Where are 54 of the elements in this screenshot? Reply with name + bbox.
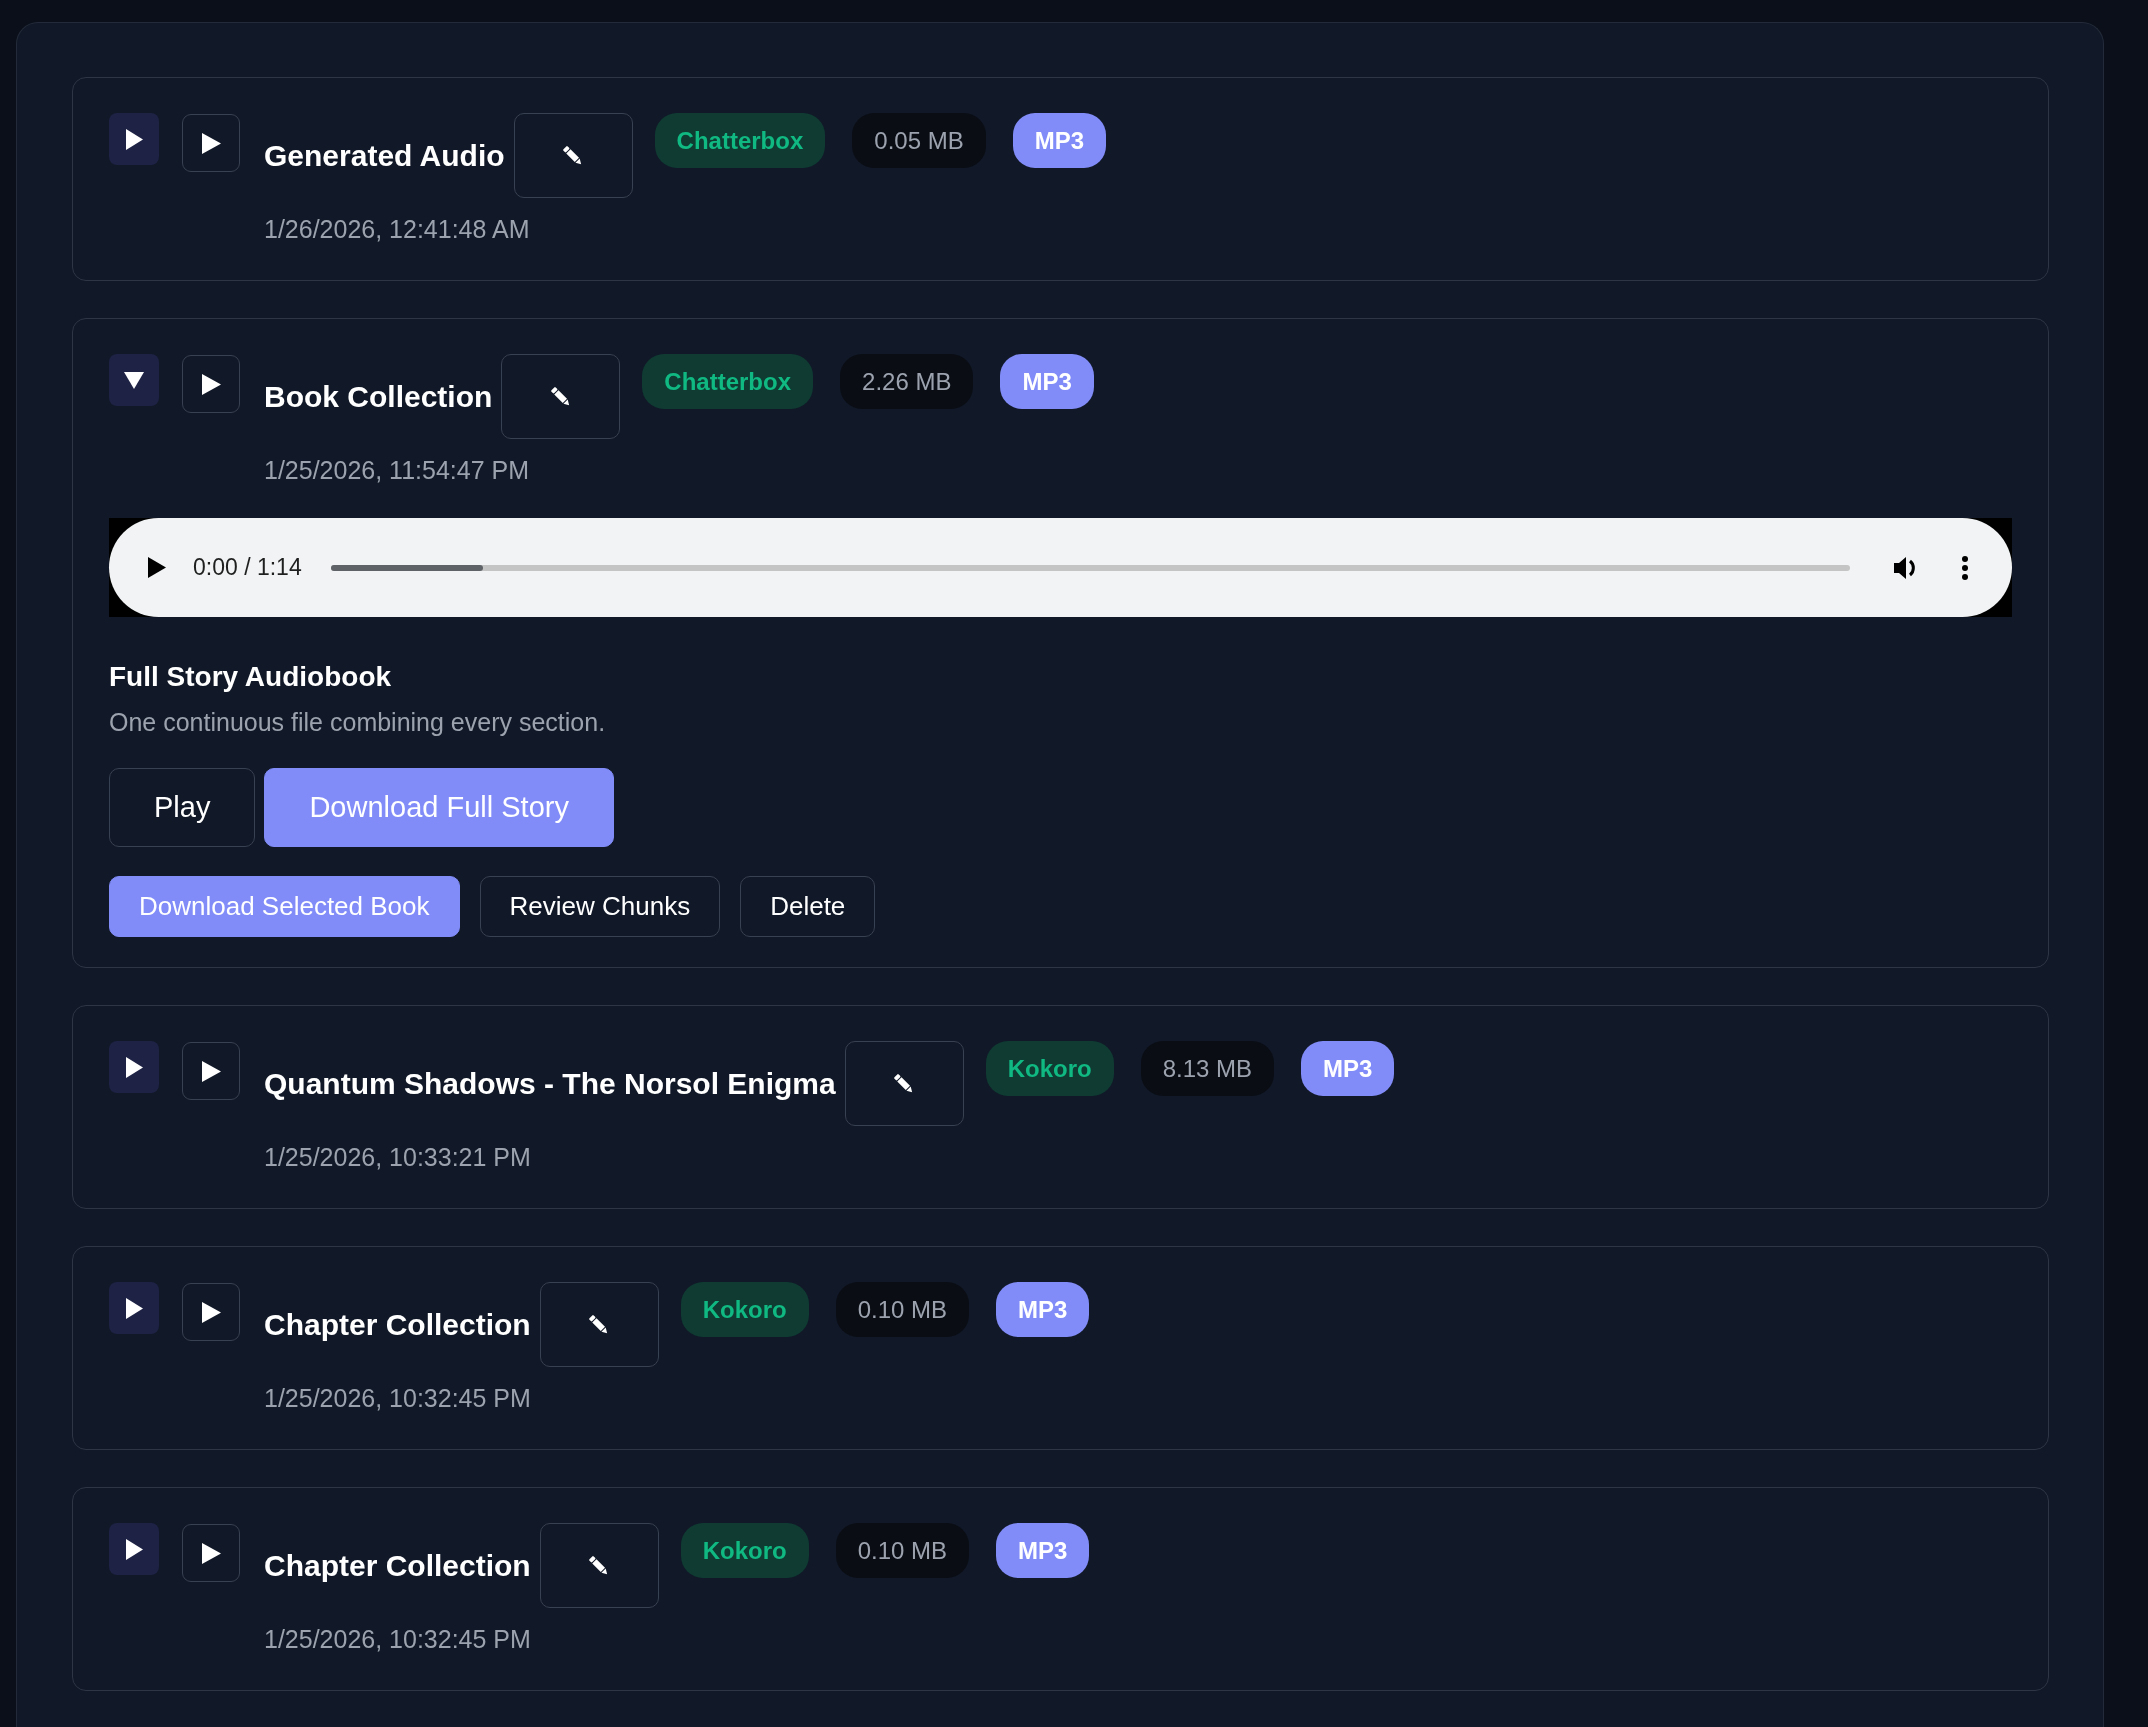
section-description: One continuous file combining every section. — [109, 707, 607, 737]
action-button[interactable]: Play — [109, 768, 256, 847]
engine-tag: Kokoro — [985, 1041, 1114, 1096]
timestamp-text: 1/25/2026, 10:32:45 PM — [264, 1383, 532, 1413]
recording-title: Chapter Collection — [264, 1306, 531, 1343]
format-tag: MP3 — [1301, 1041, 1395, 1096]
timestamp-text: 1/25/2026, 10:33:21 PM — [264, 1142, 532, 1172]
timestamp-text: 1/26/2026, 12:41:48 AM — [264, 214, 531, 244]
file-size-tag: 0.10 MB — [835, 1523, 970, 1578]
expand-toggle[interactable] — [109, 1041, 159, 1093]
expand-toggle[interactable] — [109, 354, 159, 406]
caret-right-icon — [125, 1297, 143, 1319]
play-icon — [201, 373, 221, 395]
file-size-tag: 0.10 MB — [835, 1282, 970, 1337]
format-tag: MP3 — [1012, 113, 1107, 168]
progress-track[interactable] — [330, 564, 1850, 571]
play-button[interactable] — [182, 355, 240, 413]
recording-title: Generated Audio — [264, 137, 505, 174]
play-icon — [201, 1542, 221, 1564]
action-button[interactable]: Delete — [740, 876, 876, 937]
play-button[interactable] — [182, 1524, 240, 1582]
engine-tag: Kokoro — [680, 1523, 809, 1578]
recording-title: Book Collection — [264, 378, 493, 415]
recording-title: Chapter Collection — [264, 1547, 531, 1584]
caret-right-icon — [125, 1056, 143, 1078]
play-icon — [201, 1301, 221, 1323]
file-size-tag: 0.05 MB — [852, 113, 986, 168]
play-icon — [201, 132, 221, 154]
action-button[interactable]: Review Chunks — [479, 876, 721, 937]
caret-right-icon — [125, 128, 143, 150]
engine-tag: Kokoro — [680, 1282, 809, 1337]
expand-toggle[interactable] — [109, 113, 159, 165]
format-tag: MP3 — [996, 1282, 1090, 1337]
engine-tag: Chatterbox — [642, 354, 814, 409]
expand-toggle[interactable] — [109, 1282, 159, 1334]
caret-right-icon — [125, 1538, 143, 1560]
play-button[interactable] — [182, 1283, 240, 1341]
file-size-tag: 8.13 MB — [1140, 1041, 1275, 1096]
timestamp-text: 1/25/2026, 10:32:45 PM — [264, 1624, 532, 1654]
caret-down-icon — [124, 371, 144, 389]
format-tag: MP3 — [996, 1523, 1090, 1578]
expand-toggle[interactable] — [109, 1523, 159, 1575]
section-heading: Full Story Audiobook — [109, 660, 393, 694]
format-tag: MP3 — [1000, 354, 1094, 409]
file-size-tag: 2.26 MB — [840, 354, 974, 409]
play-button[interactable] — [182, 114, 240, 172]
engine-tag: Chatterbox — [654, 113, 826, 168]
play-button[interactable] — [182, 1042, 240, 1100]
more-options-icon[interactable] — [1962, 555, 1968, 580]
time-display: 0:00 / 1:14 — [193, 553, 302, 583]
timestamp-text: 1/25/2026, 11:54:47 PM — [264, 455, 530, 485]
recording-title: Quantum Shadows - The Norsol Enigma — [264, 1065, 836, 1102]
play-icon — [201, 1060, 221, 1082]
play-icon[interactable] — [148, 557, 166, 578]
